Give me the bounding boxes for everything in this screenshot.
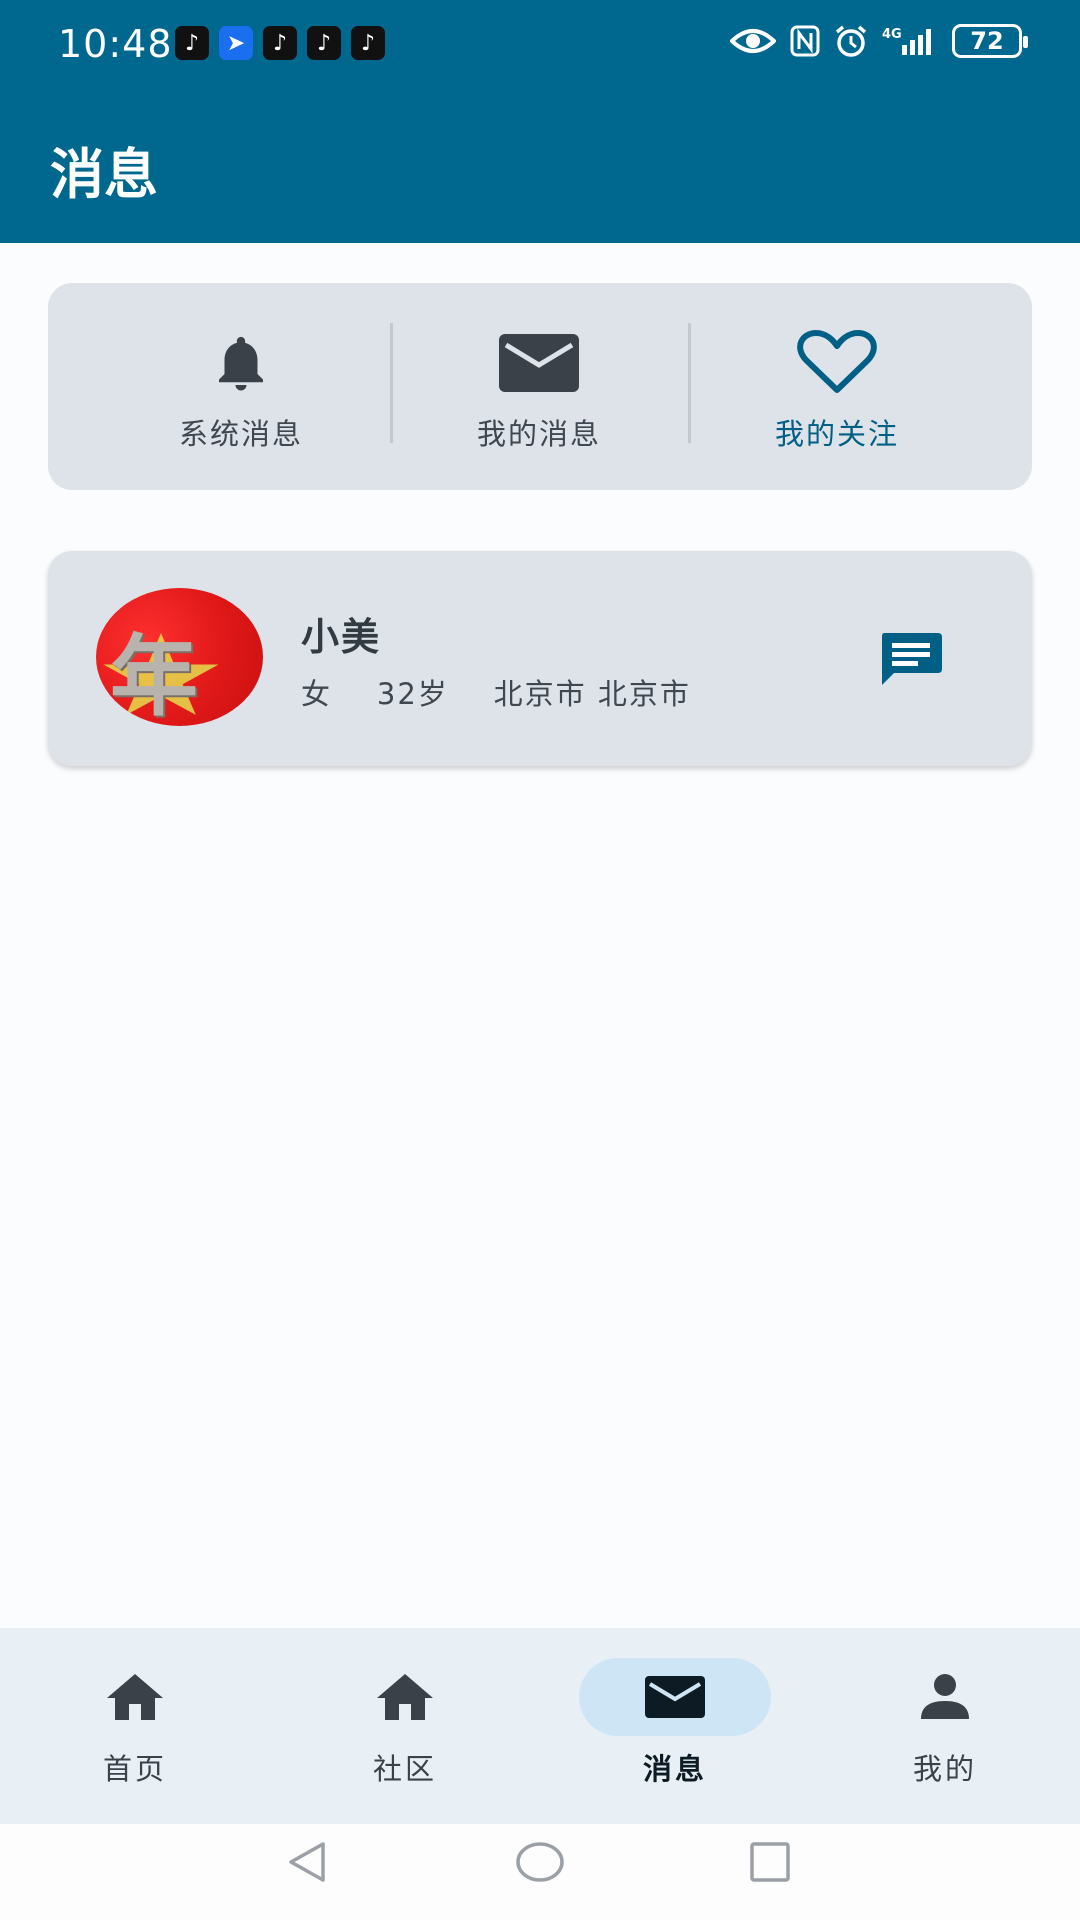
chat-bubble-icon: [882, 633, 942, 685]
bottom-navigation: 首页 社区 消息 我的: [0, 1628, 1080, 1824]
signal-icon: 4G: [882, 27, 931, 55]
user-location: 北京市 北京市: [493, 677, 691, 711]
tiktok-icon: ♪: [351, 26, 385, 60]
followed-user-card[interactable]: 年 小美 女 32岁 北京市 北京市: [48, 551, 1032, 766]
alarm-icon: [835, 25, 867, 57]
tiktok-icon: ♪: [307, 26, 341, 60]
recents-button[interactable]: [746, 1838, 794, 1890]
back-triangle-icon: [289, 1842, 325, 1882]
tab-label: 我的关注: [774, 417, 899, 451]
avatar-glyph: 年: [110, 624, 199, 726]
nav-label: 我的: [912, 1752, 977, 1786]
tiktok-icon: ♪: [175, 26, 209, 60]
user-age: 32岁: [376, 677, 449, 711]
home-icon: [377, 1674, 433, 1720]
system-icons: 4G 72: [730, 24, 1028, 58]
message-category-tabs: 系统消息 我的消息 我的关注: [48, 283, 1032, 490]
back-button[interactable]: [283, 1838, 331, 1890]
home-button[interactable]: [514, 1838, 566, 1890]
nav-item-community[interactable]: 社区: [270, 1628, 540, 1824]
eye-icon: [730, 29, 776, 53]
status-bar: 10:48 ♪ ➤ ♪ ♪ ♪ 4G 72: [0, 0, 1080, 88]
system-navigation-bar: [0, 1824, 1080, 1920]
person-icon: [921, 1674, 969, 1719]
nav-item-profile[interactable]: 我的: [810, 1628, 1080, 1824]
status-time: 10:48: [58, 22, 173, 66]
home-icon: [107, 1674, 163, 1720]
avatar[interactable]: 年: [96, 588, 263, 726]
tab-system-messages[interactable]: 系统消息: [93, 283, 389, 490]
nav-item-messages[interactable]: 消息: [540, 1628, 810, 1824]
user-meta: 女 32岁 北京市 北京市: [301, 671, 691, 713]
notification-icons: ♪ ➤ ♪ ♪ ♪: [175, 26, 385, 60]
home-circle-icon: [516, 1842, 564, 1882]
user-name: 小美: [301, 615, 382, 659]
battery-indicator: 72: [952, 24, 1028, 58]
tab-my-messages[interactable]: 我的消息: [391, 283, 687, 490]
user-gender: 女: [301, 677, 333, 711]
nav-label: 首页: [102, 1752, 167, 1786]
bell-icon: [219, 336, 263, 391]
recents-square-icon: [750, 1842, 790, 1882]
nav-label: 消息: [642, 1752, 707, 1786]
bird-app-icon: ➤: [219, 26, 253, 60]
nfc-icon: [790, 25, 820, 57]
envelope-icon: [499, 334, 579, 392]
nav-label: 社区: [372, 1752, 437, 1786]
tab-my-follows[interactable]: 我的关注: [689, 283, 985, 490]
heart-icon: [797, 330, 877, 393]
app-bar: 消息: [0, 88, 1080, 243]
page-title: 消息: [50, 143, 158, 206]
chat-button[interactable]: [878, 631, 944, 689]
tab-label: 我的消息: [476, 417, 601, 451]
tiktok-icon: ♪: [263, 26, 297, 60]
tab-label: 系统消息: [178, 417, 303, 451]
envelope-icon: [645, 1676, 705, 1718]
nav-item-home[interactable]: 首页: [0, 1628, 270, 1824]
svg-text:4G: 4G: [882, 27, 902, 42]
